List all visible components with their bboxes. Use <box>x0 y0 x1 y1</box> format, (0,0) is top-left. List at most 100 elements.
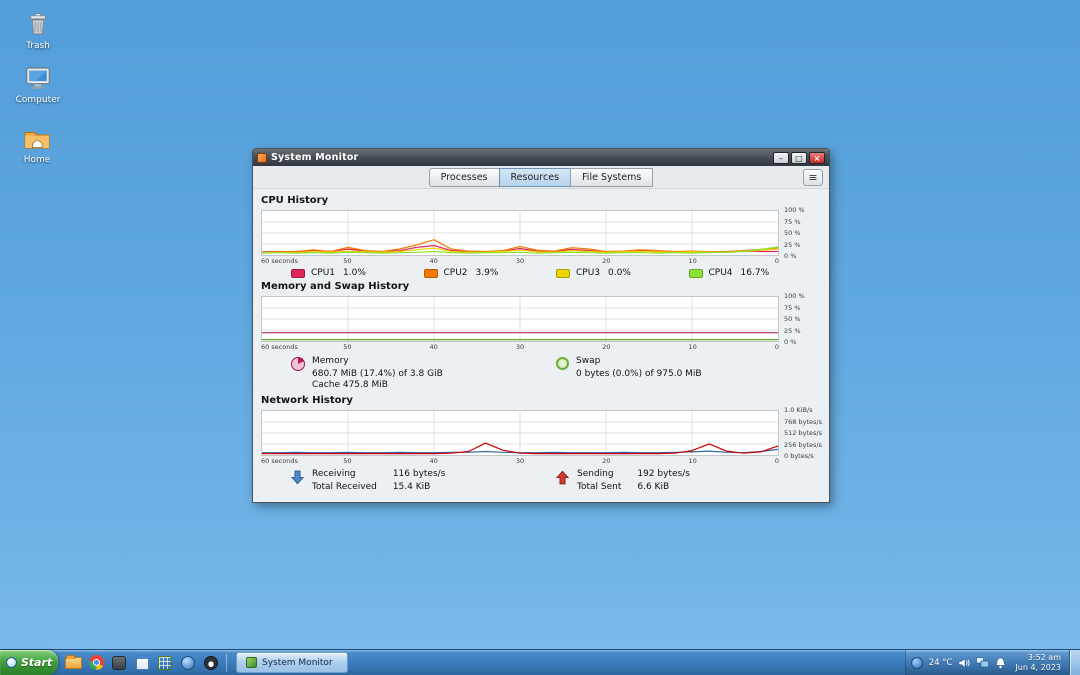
x-axis-label: 30 <box>516 257 524 265</box>
updates-icon[interactable] <box>911 657 923 669</box>
network-history-chart <box>261 410 779 456</box>
x-axis-label: 50 <box>343 457 351 465</box>
tab-bar: Processes Resources File Systems ≡ <box>253 166 829 189</box>
cpu-history-section: CPU History 60 seconds50403020100 100 %7… <box>261 195 821 278</box>
x-axis-label: 20 <box>602 457 610 465</box>
total-sent-label: Total Sent <box>577 482 621 494</box>
spreadsheet-icon[interactable] <box>155 653 175 673</box>
notifications-icon[interactable] <box>995 657 1006 669</box>
cpu2-value: 3.9% <box>476 268 499 278</box>
cpu-history-chart <box>261 210 779 256</box>
cpu3-label: CPU3 <box>576 268 600 278</box>
memory-y-axis: 100 %75 %50 %25 %0 % <box>779 296 821 342</box>
memory-pie-icon <box>291 357 305 371</box>
x-axis-label: 60 seconds <box>261 343 298 351</box>
y-axis-label: 75 % <box>784 218 801 226</box>
tab-resources[interactable]: Resources <box>499 168 572 187</box>
window-app-icon <box>257 153 267 163</box>
memory-usage: 680.7 MiB (17.4%) of 3.8 GiB <box>312 369 443 381</box>
terminal-icon[interactable] <box>109 653 129 673</box>
cpu-y-axis: 100 %75 %50 %25 %0 % <box>779 210 821 256</box>
start-logo-icon <box>6 657 17 668</box>
tab-processes[interactable]: Processes <box>429 168 500 187</box>
system-monitor-window: System Monitor – □ × Processes Resources… <box>252 148 830 503</box>
y-axis-label: 512 bytes/s <box>784 429 822 437</box>
quick-launch-bar <box>58 650 234 675</box>
y-axis-label: 0 % <box>784 252 796 260</box>
desktop-icon-label: Computer <box>6 95 70 105</box>
memory-cache: Cache 475.8 MiB <box>312 380 443 392</box>
x-axis-label: 0 <box>775 457 779 465</box>
sending-legend-item: Sending 192 bytes/s Total Sent 6.6 KiB <box>556 469 821 493</box>
web-browser-icon[interactable] <box>178 653 198 673</box>
y-axis-label: 50 % <box>784 229 801 237</box>
x-axis-label: 0 <box>775 257 779 265</box>
taskbar-separator <box>226 654 227 672</box>
tab-file-systems[interactable]: File Systems <box>570 168 653 187</box>
cpu1-value: 1.0% <box>343 268 366 278</box>
network-legend: Receiving 116 bytes/s Total Received 15.… <box>261 469 821 493</box>
y-axis-label: 25 % <box>784 241 801 249</box>
cpu-x-axis: 60 seconds50403020100 <box>261 256 779 265</box>
cpu2-color-swatch <box>424 269 438 278</box>
swap-usage: 0 bytes (0.0%) of 975.0 MiB <box>576 369 702 381</box>
memory-history-section: Memory and Swap History 60 seconds504030… <box>261 281 821 392</box>
minimize-button[interactable]: – <box>773 152 789 164</box>
task-button-system-monitor[interactable]: System Monitor <box>236 652 348 673</box>
memory-legend-item: Memory 680.7 MiB (17.4%) of 3.8 GiB Cach… <box>291 356 556 392</box>
text-editor-icon[interactable] <box>132 653 152 673</box>
start-button[interactable]: Start <box>0 650 58 675</box>
desktop-icon-label: Home <box>5 155 69 165</box>
cpu3-legend-item: CPU3 0.0% <box>556 268 689 278</box>
network-section-title: Network History <box>261 395 821 406</box>
y-axis-label: 100 % <box>784 292 805 300</box>
sending-rate: 192 bytes/s <box>637 469 690 481</box>
sending-label: Sending <box>577 469 621 481</box>
close-button[interactable]: × <box>809 152 825 164</box>
x-axis-label: 20 <box>602 257 610 265</box>
window-titlebar[interactable]: System Monitor – □ × <box>253 149 829 166</box>
memory-legend: Memory 680.7 MiB (17.4%) of 3.8 GiB Cach… <box>261 356 821 392</box>
cpu4-label: CPU4 <box>709 268 733 278</box>
window-title: System Monitor <box>271 152 769 163</box>
x-axis-label: 60 seconds <box>261 457 298 465</box>
weather-temperature[interactable]: 24 °C <box>929 658 953 668</box>
cpu-section-title: CPU History <box>261 195 821 206</box>
y-axis-label: 25 % <box>784 327 801 335</box>
maximize-button[interactable]: □ <box>791 152 807 164</box>
total-received-value: 15.4 KiB <box>393 482 446 494</box>
clock-time: 3:52 am <box>1015 653 1061 663</box>
desktop-icon-home[interactable]: Home <box>5 122 69 165</box>
taskbar-clock[interactable]: 3:52 am Jun 4, 2023 <box>1012 653 1064 673</box>
receiving-label: Receiving <box>312 469 377 481</box>
gimp-icon[interactable] <box>201 653 221 673</box>
file-manager-icon[interactable] <box>63 653 83 673</box>
total-received-label: Total Received <box>312 482 377 494</box>
clock-date: Jun 4, 2023 <box>1015 663 1061 673</box>
cpu2-label: CPU2 <box>444 268 468 278</box>
receiving-legend-item: Receiving 116 bytes/s Total Received 15.… <box>291 469 556 493</box>
cpu4-value: 16.7% <box>741 268 770 278</box>
y-axis-label: 256 bytes/s <box>784 441 822 449</box>
cpu1-legend-item: CPU1 1.0% <box>291 268 424 278</box>
show-desktop-button[interactable] <box>1069 650 1080 675</box>
network-icon[interactable] <box>976 657 989 668</box>
cpu4-legend-item: CPU4 16.7% <box>689 268 822 278</box>
x-axis-label: 30 <box>516 343 524 351</box>
desktop-icon-trash[interactable]: Trash <box>6 8 70 51</box>
y-axis-label: 0 bytes/s <box>784 452 814 460</box>
hamburger-menu-button[interactable]: ≡ <box>803 169 823 186</box>
cpu-legend: CPU1 1.0% CPU2 3.9% CPU3 0.0% <box>261 268 821 278</box>
x-axis-label: 0 <box>775 343 779 351</box>
y-axis-label: 100 % <box>784 206 805 214</box>
start-label: Start <box>21 656 52 669</box>
cpu2-legend-item: CPU2 3.9% <box>424 268 557 278</box>
x-axis-label: 50 <box>343 343 351 351</box>
x-axis-label: 40 <box>430 257 438 265</box>
volume-icon[interactable] <box>958 657 970 669</box>
y-axis-label: 50 % <box>784 315 801 323</box>
total-sent-value: 6.6 KiB <box>637 482 690 494</box>
desktop-icon-computer[interactable]: Computer <box>6 62 70 105</box>
chrome-browser-icon[interactable] <box>86 653 106 673</box>
network-history-section: Network History 60 seconds50403020100 1.… <box>261 395 821 493</box>
